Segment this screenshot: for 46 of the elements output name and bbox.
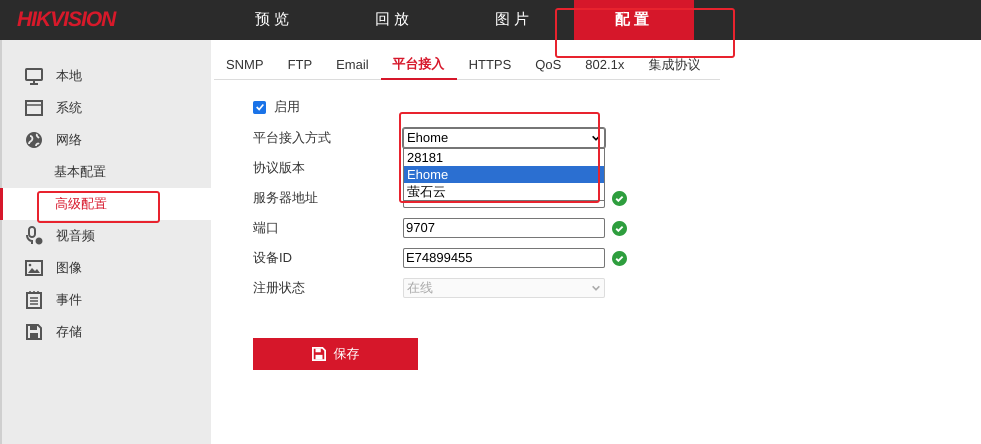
sidebar-item[interactable]: 系统 bbox=[2, 92, 211, 124]
monitor-icon bbox=[24, 66, 44, 86]
tab[interactable]: FTP bbox=[276, 50, 324, 80]
field-label: 协议版本 bbox=[253, 159, 306, 178]
chevron-icon bbox=[591, 283, 601, 293]
brand-logo: HIKVISION bbox=[17, 7, 116, 34]
nav-tab[interactable]: 配置 bbox=[574, 0, 694, 40]
microphone-icon bbox=[24, 226, 44, 246]
checkbox-label: 启用 bbox=[274, 98, 300, 116]
image-icon bbox=[24, 258, 44, 278]
field-label: 端口 bbox=[253, 219, 280, 238]
field-label: 平台接入方式 bbox=[253, 129, 332, 148]
checkbox[interactable] bbox=[253, 100, 266, 114]
chevron-icon bbox=[591, 133, 601, 143]
tab[interactable]: QoS bbox=[523, 50, 574, 80]
dropdown-option[interactable]: 萤石云 bbox=[404, 183, 604, 200]
sidebar-subitem[interactable]: 基本配置 bbox=[2, 156, 211, 188]
field-label: 设备ID bbox=[253, 249, 293, 268]
tab[interactable]: 802.1x bbox=[573, 50, 636, 80]
dropdown: 在线 bbox=[403, 278, 605, 298]
sidebar-item[interactable]: 存储 bbox=[2, 316, 211, 348]
sidebar-item[interactable]: 视音频 bbox=[2, 220, 211, 252]
tab[interactable]: SNMP bbox=[214, 50, 276, 80]
dropdown-option[interactable]: 28181 bbox=[404, 149, 604, 166]
notepad-icon bbox=[24, 290, 44, 310]
nav-tab[interactable]: 预览 bbox=[214, 0, 334, 40]
sidebar-subitem[interactable]: 高级配置 bbox=[0, 188, 211, 220]
nav-tab[interactable]: 回放 bbox=[334, 0, 454, 40]
field-label: 注册状态 bbox=[253, 279, 306, 298]
dropdown-option[interactable]: Ehome bbox=[404, 166, 604, 183]
nav-tab[interactable]: 图片 bbox=[454, 0, 574, 40]
dropdown[interactable]: Ehome bbox=[403, 128, 605, 148]
tab[interactable]: 集成协议 bbox=[636, 50, 712, 80]
tab[interactable]: Email bbox=[324, 50, 381, 80]
sidebar-item[interactable]: 网络 bbox=[2, 124, 211, 156]
globe-icon bbox=[24, 130, 44, 150]
tab[interactable]: 平台接入 bbox=[380, 50, 457, 80]
save-button[interactable]: 保存 bbox=[253, 338, 418, 370]
tab[interactable]: HTTPS bbox=[456, 50, 524, 80]
sidebar-item[interactable]: 图像 bbox=[2, 252, 211, 284]
sidebar-item[interactable]: 事件 bbox=[2, 284, 211, 316]
window-icon bbox=[24, 98, 44, 118]
input-field[interactable]: 9707 bbox=[403, 218, 605, 238]
field-label: 服务器地址 bbox=[253, 189, 319, 208]
input-field[interactable]: E74899455 bbox=[403, 248, 605, 268]
sidebar-item[interactable]: 本地 bbox=[2, 60, 211, 92]
